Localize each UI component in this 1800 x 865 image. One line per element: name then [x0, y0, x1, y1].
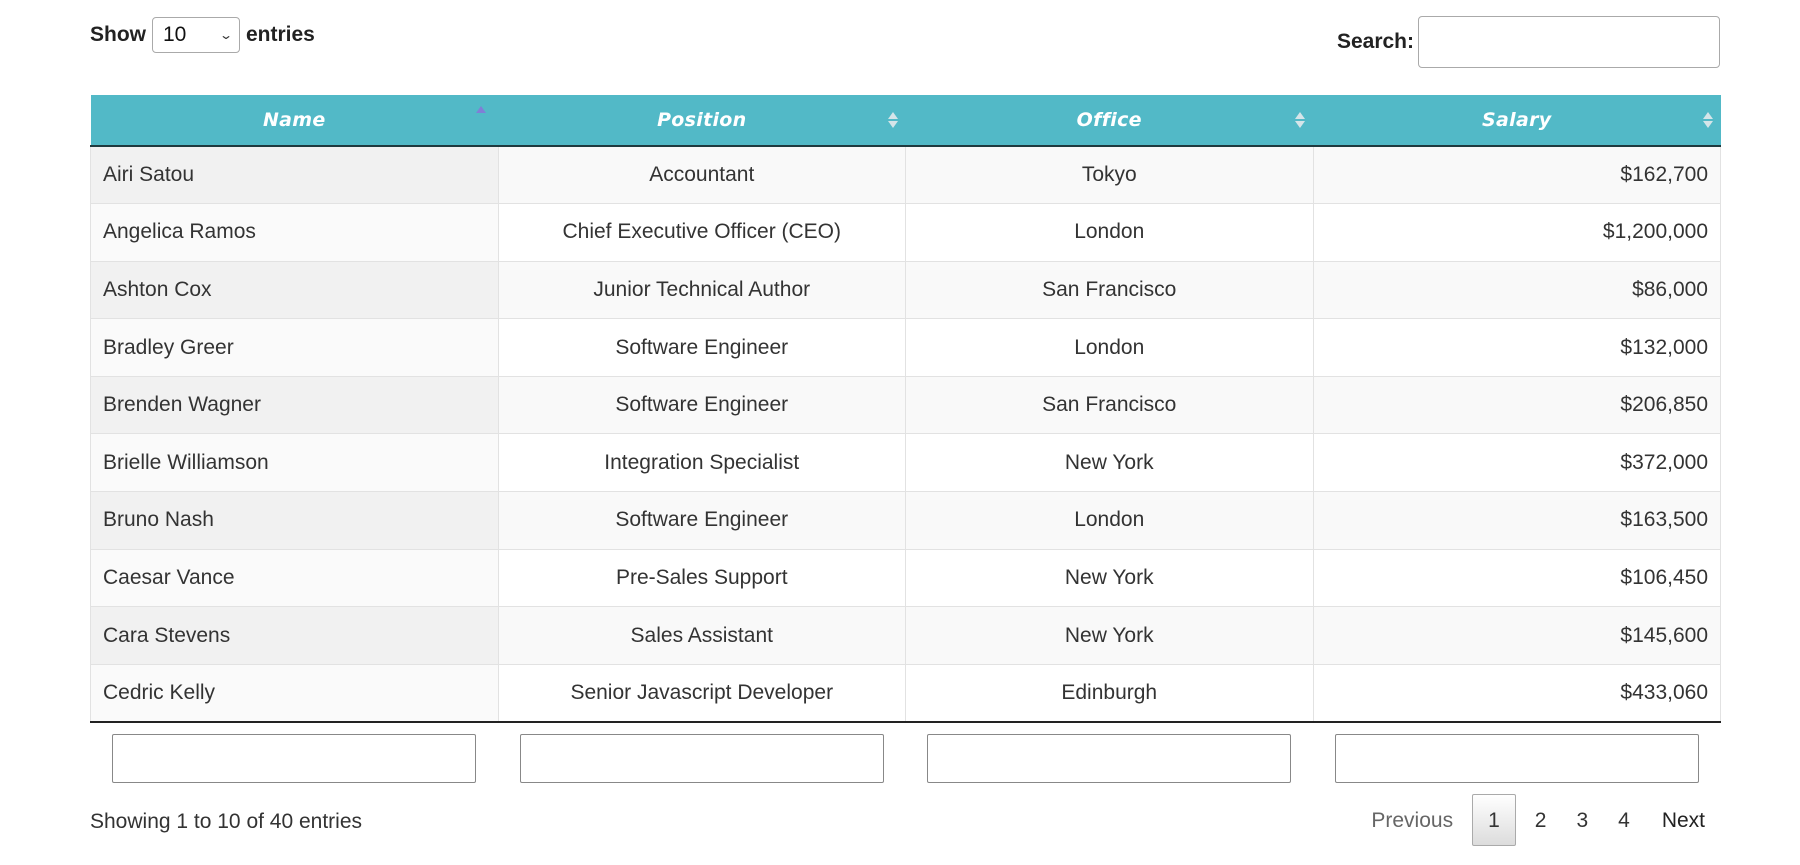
- table-row: Caesar Vance Pre-Sales Support New York …: [90, 548, 1721, 607]
- cell-office: London: [905, 491, 1314, 550]
- filter-cell: [906, 722, 1314, 783]
- cell-salary: $106,450: [1313, 548, 1721, 607]
- data-table: Name Position Office Salary Airi Satou A…: [90, 95, 1721, 783]
- page-button-3[interactable]: 3: [1561, 794, 1603, 846]
- table-info: Showing 1 to 10 of 40 entries: [90, 810, 363, 833]
- table-row: Bruno Nash Software Engineer London $163…: [90, 491, 1721, 550]
- cell-salary: $1,200,000: [1313, 203, 1721, 262]
- table-row: Angelica Ramos Chief Executive Officer (…: [90, 203, 1721, 262]
- next-page-button[interactable]: Next: [1645, 794, 1720, 846]
- page-button-1[interactable]: 1: [1472, 794, 1516, 846]
- cell-name: Bruno Nash: [90, 491, 499, 550]
- page-button-4[interactable]: 4: [1603, 794, 1645, 846]
- cell-name: Ashton Cox: [90, 260, 499, 319]
- cell-position: Integration Specialist: [498, 433, 906, 492]
- length-label-before: Show: [90, 23, 146, 46]
- cell-name: Brenden Wagner: [90, 375, 499, 434]
- cell-salary: $162,700: [1313, 146, 1721, 204]
- column-header-label: Name: [262, 109, 326, 131]
- column-header-label: Position: [657, 109, 747, 131]
- page-length-value: 10: [163, 23, 187, 46]
- chevron-down-icon: ⌄: [218, 28, 234, 42]
- column-filter-row: [91, 722, 1721, 783]
- column-header-label: Office: [1076, 109, 1142, 131]
- table-row: Cedric Kelly Senior Javascript Developer…: [90, 663, 1721, 723]
- cell-office: New York: [905, 548, 1314, 607]
- page-button-2[interactable]: 2: [1520, 794, 1562, 846]
- cell-position: Sales Assistant: [498, 606, 906, 665]
- table-header-row: Name Position Office Salary: [90, 95, 1721, 147]
- sort-ascending-icon: [476, 104, 486, 124]
- salary-filter-input[interactable]: [1334, 733, 1699, 783]
- cell-name: Angelica Ramos: [90, 203, 499, 262]
- cell-position: Software Engineer: [498, 318, 906, 377]
- filter-cell: [1313, 722, 1721, 783]
- table-row: Bradley Greer Software Engineer London $…: [90, 318, 1721, 377]
- cell-name: Bradley Greer: [90, 318, 499, 377]
- name-filter-input[interactable]: [112, 733, 477, 783]
- cell-salary: $163,500: [1313, 491, 1721, 550]
- cell-salary: $206,850: [1313, 375, 1721, 434]
- cell-position: Pre-Sales Support: [498, 548, 906, 607]
- cell-office: New York: [905, 433, 1314, 492]
- cell-name: Cedric Kelly: [90, 663, 499, 723]
- table-row: Airi Satou Accountant Tokyo $162,700: [90, 146, 1721, 204]
- cell-salary: $433,060: [1313, 663, 1721, 723]
- cell-position: Software Engineer: [498, 491, 906, 550]
- previous-page-button[interactable]: Previous: [1356, 794, 1468, 846]
- search-input[interactable]: [1418, 16, 1720, 68]
- cell-office: New York: [905, 606, 1314, 665]
- cell-position: Accountant: [498, 146, 906, 204]
- cell-position: Junior Technical Author: [498, 260, 906, 319]
- cell-office: Tokyo: [905, 146, 1314, 204]
- office-filter-input[interactable]: [927, 733, 1292, 783]
- sort-both-icon: [1295, 110, 1305, 130]
- cell-salary: $145,600: [1313, 606, 1721, 665]
- column-header-salary[interactable]: Salary: [1313, 95, 1721, 147]
- cell-office: London: [905, 203, 1314, 262]
- search-label: Search:: [1336, 30, 1414, 53]
- cell-salary: $132,000: [1313, 318, 1721, 377]
- cell-position: Senior Javascript Developer: [498, 663, 906, 723]
- cell-salary: $86,000: [1313, 260, 1721, 319]
- filter-cell: [498, 722, 906, 783]
- sort-both-icon: [1702, 110, 1713, 130]
- table-row: Brenden Wagner Software Engineer San Fra…: [90, 375, 1721, 434]
- cell-office: San Francisco: [905, 375, 1314, 434]
- table-row: Ashton Cox Junior Technical Author San F…: [90, 260, 1721, 319]
- cell-salary: $372,000: [1313, 433, 1721, 492]
- column-header-position[interactable]: Position: [498, 95, 906, 147]
- page-length-control: Show 10 ⌄ entries: [90, 17, 315, 53]
- cell-name: Brielle Williamson: [90, 433, 499, 492]
- column-header-name[interactable]: Name: [90, 95, 498, 147]
- filter-cell: [91, 722, 499, 783]
- column-header-office[interactable]: Office: [905, 95, 1313, 147]
- sort-both-icon: [887, 110, 898, 130]
- cell-name: Airi Satou: [90, 146, 499, 204]
- pagination: Previous 1 2 3 4 Next: [1356, 794, 1720, 846]
- cell-name: Cara Stevens: [90, 606, 499, 665]
- search-control: Search:: [1337, 16, 1720, 68]
- table-row: Brielle Williamson Integration Specialis…: [90, 433, 1721, 492]
- cell-position: Chief Executive Officer (CEO): [498, 203, 906, 262]
- table-row: Cara Stevens Sales Assistant New York $1…: [90, 606, 1721, 665]
- cell-office: London: [905, 318, 1314, 377]
- cell-name: Caesar Vance: [90, 548, 499, 607]
- length-label-after: entries: [246, 23, 315, 46]
- datatable-wrapper: Show 10 ⌄ entries Search: Name Position: [90, 0, 1721, 865]
- cell-office: Edinburgh: [905, 663, 1314, 723]
- cell-office: San Francisco: [905, 260, 1314, 319]
- position-filter-input[interactable]: [519, 733, 884, 783]
- cell-position: Software Engineer: [498, 375, 906, 434]
- column-header-label: Salary: [1482, 109, 1552, 131]
- page-length-select[interactable]: 10 ⌄: [152, 17, 240, 53]
